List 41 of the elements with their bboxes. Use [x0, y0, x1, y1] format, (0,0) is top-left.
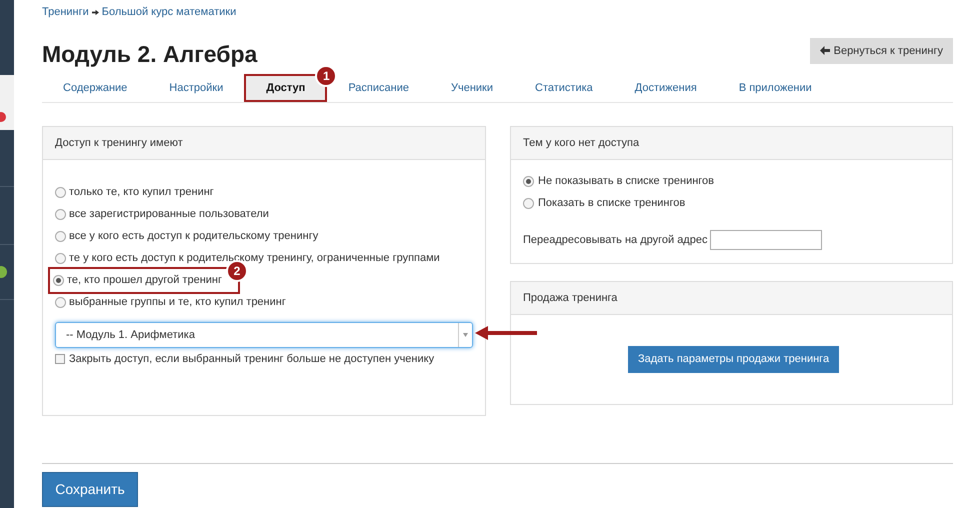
option-label: только те, кто купил тренинг: [69, 184, 214, 200]
tab[interactable]: Настройки: [152, 74, 240, 102]
option-label: Не показывать в списке тренингов: [538, 174, 714, 189]
option-label: все у кого есть доступ к родительскому тренингу: [69, 228, 318, 244]
breadcrumb-link[interactable]: Большой курс математики: [102, 4, 236, 20]
breadcrumb-link[interactable]: Тренинги: [42, 4, 89, 20]
arrow-icon: [92, 8, 99, 16]
radio-button[interactable]: [55, 230, 66, 242]
save-button[interactable]: Сохранить: [42, 472, 138, 507]
option-label: те, кто прошел другой тренинг: [67, 272, 222, 288]
training-select[interactable]: -- Модуль 1. Арифметика: [55, 322, 473, 348]
back-button[interactable]: Вернуться к тренингу: [810, 38, 953, 64]
sale-settings-button[interactable]: Задать параметры продажи тренинга: [628, 346, 840, 373]
page-title: Модуль 2. Алгебра: [42, 40, 258, 69]
option-label: все зарегистрированные пользователи: [69, 206, 269, 222]
tab[interactable]: Статистика: [518, 74, 610, 102]
tab[interactable]: Содержание: [46, 74, 144, 102]
tab[interactable]: Достижения: [618, 74, 714, 102]
checkbox-label: Закрыть доступ, если выбранный тренинг больше не доступен ученику: [69, 352, 434, 367]
radio-button[interactable]: [55, 252, 66, 264]
radio-button[interactable]: [523, 198, 534, 208]
tab[interactable]: Ученики: [434, 74, 510, 102]
step-badge: 2: [226, 260, 248, 282]
redirect-label: Переадресовывать на другой адрес: [523, 232, 708, 248]
radio-button[interactable]: [55, 296, 66, 308]
radio-button[interactable]: [523, 176, 534, 186]
panel-header: Продажа тренинга: [511, 282, 952, 315]
tab[interactable]: В приложении: [722, 74, 829, 102]
select-value: -- Модуль 1. Арифметика: [65, 328, 196, 343]
option-label: Показать в списке тренингов: [538, 196, 686, 211]
step-badge: 1: [315, 65, 338, 87]
radio-button[interactable]: [53, 274, 64, 286]
arrow-left-icon: [820, 46, 830, 56]
caret-icon: [463, 333, 468, 337]
panel-header: Доступ к тренингу имеют: [43, 127, 485, 160]
radio-button[interactable]: [55, 208, 66, 220]
redirect-field[interactable]: [710, 230, 822, 250]
option-label: выбранные группы и те, кто купил тренинг: [69, 294, 286, 310]
panel-header: Тем у кого нет доступа: [511, 127, 952, 160]
checkbox[interactable]: [55, 354, 65, 364]
radio-button[interactable]: [55, 186, 66, 198]
